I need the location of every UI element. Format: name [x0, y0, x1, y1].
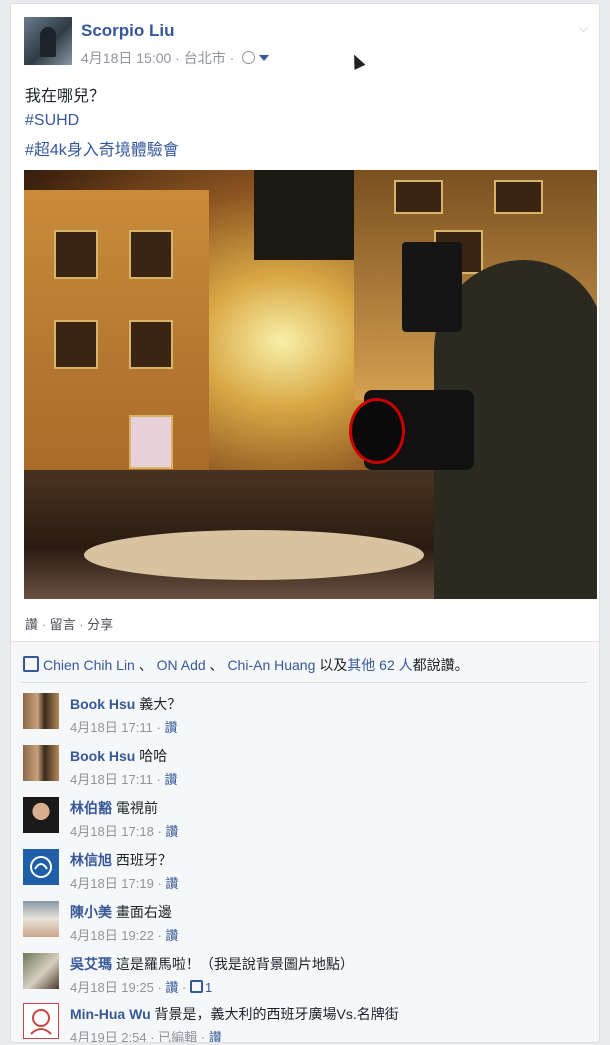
comment-text: 哈哈	[139, 748, 168, 764]
comment-time[interactable]: 4月18日 19:22	[70, 928, 154, 943]
avatar[interactable]	[23, 797, 59, 833]
comment-like-link[interactable]: 讚	[164, 772, 177, 787]
liker-1[interactable]: Chien Chih Lin	[43, 657, 135, 673]
thumbs-up-icon	[189, 980, 203, 993]
comment-item: Book Hsu 哈哈 4月18日 17:11 · 讚	[23, 742, 583, 790]
comment-like-link[interactable]: 讚	[164, 720, 177, 735]
post-card: Scorpio Liu 4月18日 15:00 · 台北市 · ⌵ 我在哪兒？ …	[10, 3, 600, 1043]
avatar[interactable]	[23, 693, 59, 729]
comment-author[interactable]: 吳艾瑪	[70, 956, 112, 972]
like-link[interactable]: 讚	[25, 617, 38, 632]
comment-time[interactable]: 4月18日 19:25	[70, 980, 154, 995]
avatar[interactable]	[23, 745, 59, 781]
post-text: 我在哪兒？	[25, 88, 106, 105]
others-likers[interactable]: 其他 62 人	[347, 657, 412, 673]
comment-item: Min-Hua Wu 背景是，義大利的西班牙廣場Vs.名牌街 4月19日 2:5…	[23, 1000, 583, 1042]
comment-author[interactable]: 林信旭	[70, 852, 112, 868]
post-place[interactable]: 台北市	[184, 50, 226, 66]
hashtag-suhd[interactable]: #SUHD	[25, 112, 79, 130]
avatar[interactable]	[23, 953, 59, 989]
post-meta: 4月18日 15:00 · 台北市 ·	[81, 48, 270, 68]
comment-time[interactable]: 4月18日 17:11	[70, 772, 153, 787]
comment-like-link[interactable]: 讚	[165, 876, 178, 891]
post-date[interactable]: 4月18日 15:00	[81, 50, 171, 66]
likes-summary: Chien Chih Lin 、 ON Add 、 Chi-An Huang 以…	[23, 655, 469, 675]
liker-2[interactable]: ON Add	[157, 657, 206, 673]
comment-time[interactable]: 4月18日 17:19	[70, 876, 154, 891]
author-name[interactable]: Scorpio Liu	[81, 21, 175, 41]
comment-author[interactable]: Book Hsu	[70, 696, 135, 712]
thumbs-up-icon	[23, 656, 39, 672]
comment-text: 背景是，義大利的西班牙廣場Vs.名牌街	[154, 1006, 399, 1022]
comment-author[interactable]: 林伯豁	[70, 800, 112, 816]
avatar[interactable]	[23, 849, 59, 885]
divider	[21, 682, 587, 683]
comment-item: 林伯豁 電視前 4月18日 17:18 · 讚	[23, 794, 583, 842]
comment-text: 這是羅馬啦！（我是說背景圖片地點）	[115, 956, 354, 972]
comments-section: Chien Chih Lin 、 ON Add 、 Chi-An Huang 以…	[11, 641, 599, 1042]
comment-text: 西班牙？	[115, 852, 172, 868]
mouse-cursor-icon	[348, 52, 366, 70]
privacy-dropdown-icon[interactable]	[259, 55, 270, 61]
comment-like-link[interactable]: 讚	[165, 980, 178, 995]
edited-label[interactable]: 已編輯	[158, 1030, 197, 1042]
comment-like-link[interactable]: 讚	[165, 928, 178, 943]
comment-text: 義大？	[139, 696, 182, 712]
globe-icon	[242, 51, 256, 64]
comment-item: 吳艾瑪 這是羅馬啦！（我是說背景圖片地點） 4月18日 19:25 · 讚 · …	[23, 950, 583, 998]
comment-text: 畫面右邊	[115, 904, 172, 920]
comment-link[interactable]: 留言	[50, 617, 76, 632]
post-options-icon[interactable]: ⌵	[579, 21, 588, 36]
hashtag-4k[interactable]: #超4k身入奇境體驗會	[25, 136, 179, 160]
comment-like-count[interactable]: 1	[205, 980, 212, 995]
comment-text: 電視前	[115, 800, 158, 816]
comment-like-link[interactable]: 讚	[165, 824, 178, 839]
post-photo[interactable]	[24, 170, 597, 599]
comment-author[interactable]: Min-Hua Wu	[70, 1006, 151, 1022]
comment-item: 林信旭 西班牙？ 4月18日 17:19 · 讚	[23, 846, 583, 894]
comment-time[interactable]: 4月19日 2:54	[70, 1030, 147, 1042]
comment-time[interactable]: 4月18日 17:18	[70, 824, 154, 839]
comment-like-link[interactable]: 讚	[209, 1030, 222, 1042]
comment-time[interactable]: 4月18日 17:11	[70, 720, 153, 735]
post-actions: 讚 · 留言 · 分享	[25, 617, 114, 632]
post: Scorpio Liu 4月18日 15:00 · 台北市 · ⌵ 我在哪兒？ …	[11, 4, 599, 640]
comment-item: Book Hsu 義大？ 4月18日 17:11 · 讚	[23, 690, 583, 738]
liker-3[interactable]: Chi-An Huang	[227, 657, 315, 673]
comment-item: 陳小美 畫面右邊 4月18日 19:22 · 讚	[23, 898, 583, 946]
comment-author[interactable]: Book Hsu	[70, 748, 135, 764]
avatar[interactable]	[23, 901, 59, 937]
share-link[interactable]: 分享	[87, 617, 113, 632]
author-avatar[interactable]	[24, 17, 72, 65]
comment-author[interactable]: 陳小美	[70, 904, 112, 920]
avatar[interactable]	[23, 1003, 59, 1039]
